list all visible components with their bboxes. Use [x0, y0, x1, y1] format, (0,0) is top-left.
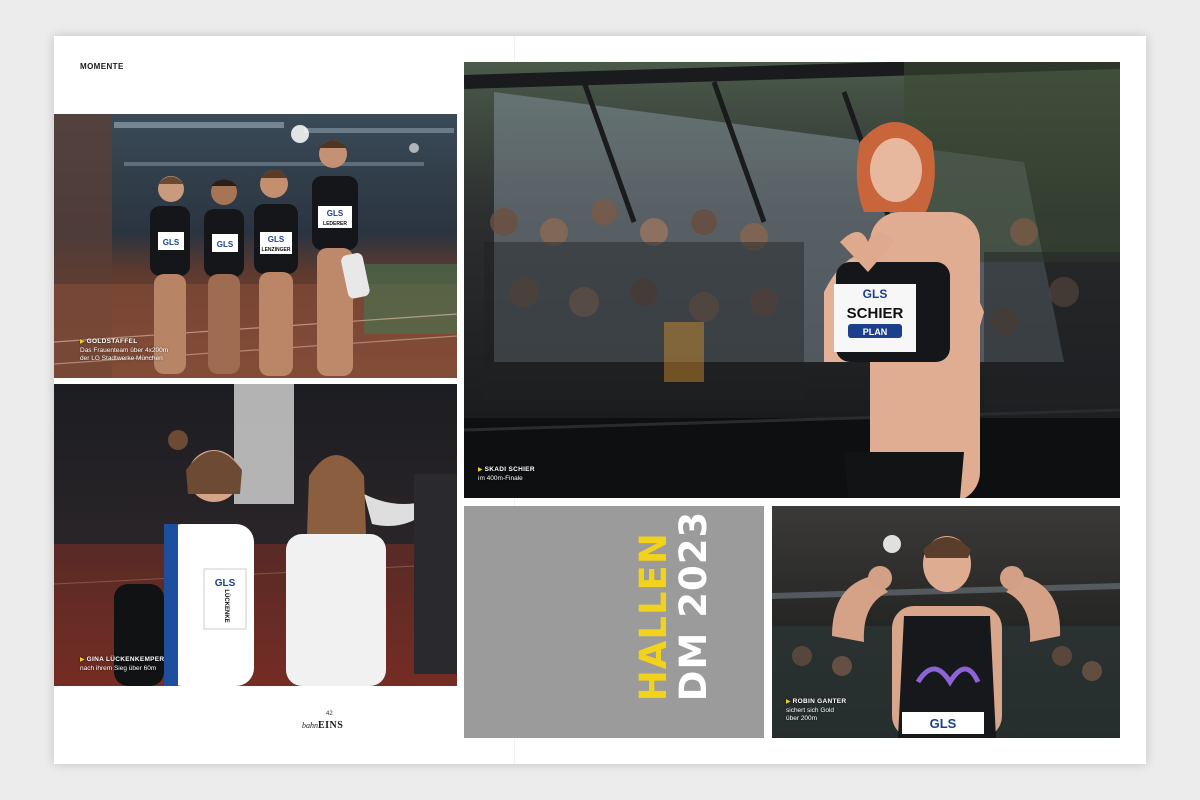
brand-logo: bahnEINS — [302, 720, 343, 731]
relay-bib-name-3: LENZINGER — [262, 247, 291, 253]
gina-bib-name: LÜCKENKE — [223, 589, 230, 622]
play-triangle-icon: ▶ — [786, 699, 791, 705]
gina-bib-sponsor: GLS — [215, 578, 236, 589]
photo-gina-image: GLS LÜCKENKE — [54, 384, 457, 686]
caption-gina-name: GINA LÜCKENKEMPER — [86, 656, 165, 663]
title-line-dm-2023: DM 2023 — [672, 510, 715, 702]
page-number: 42 — [326, 711, 333, 717]
relay-bib-3: GLS — [268, 235, 285, 244]
play-triangle-icon: ▶ — [80, 339, 85, 345]
caption-gina-line1: nach ihrem Sieg über 60m — [80, 664, 157, 672]
robin-bib-sponsor: GLS — [930, 716, 957, 731]
title-panel: HALLEN DM 2023 — [464, 506, 764, 738]
relay-bib-1: GLS — [163, 238, 180, 247]
caption-goldstaffel-line1: Das Frauenteam über 4x200m — [80, 346, 169, 354]
skadi-bib-plan: PLAN — [863, 327, 888, 337]
caption-robin: ▶ ROBIN GANTER sichert sich Gold über 200… — [786, 698, 846, 724]
brand-logo-part1: bahn — [302, 721, 318, 730]
caption-robin-name: ROBIN GANTER — [792, 698, 847, 705]
skadi-bib-name: SCHIER — [847, 305, 904, 322]
hallen-dm-title: HALLEN DM 2023 — [632, 510, 715, 702]
caption-goldstaffel-line2: der LG Stadtwerke München — [80, 355, 163, 362]
relay-bib-name-4: LEDERER — [323, 221, 347, 227]
caption-skadi: ▶ SKADI SCHIER im 400m-Finale — [478, 466, 535, 483]
skadi-bib-sponsor: GLS — [863, 287, 888, 301]
play-triangle-icon: ▶ — [80, 657, 85, 663]
title-line-hallen: HALLEN — [632, 532, 675, 702]
magazine-spread: MOMENTE GLS GLS GLS LENZINGER GLS LEDERE… — [54, 36, 1146, 764]
caption-goldstaffel: ▶ GOLDSTAFFEL Das Frauenteam über 4x200m … — [80, 338, 168, 364]
caption-skadi-line1: im 400m-Finale — [478, 474, 523, 482]
photo-skadi-image: GLS SCHIER PLAN — [464, 62, 1120, 498]
relay-bib-2: GLS — [217, 240, 234, 249]
photo-goldstaffel: GLS GLS GLS LENZINGER GLS LEDERER ▶ GOLD… — [54, 114, 457, 378]
caption-goldstaffel-name: GOLDSTAFFEL — [86, 338, 138, 345]
play-triangle-icon: ▶ — [478, 467, 483, 473]
caption-gina: ▶ GINA LÜCKENKEMPER nach ihrem Sieg über … — [80, 656, 164, 673]
relay-bib-4: GLS — [327, 209, 344, 218]
photo-robin-ganter: GLS ▶ ROBIN GANTER sichert sich Gold über… — [772, 506, 1120, 738]
photo-skadi-schier: GLS SCHIER PLAN ▶ SKADI SCHIER im 400m-Fi… — [464, 62, 1120, 498]
brand-logo-part2: EINS — [318, 720, 344, 731]
section-label: MOMENTE — [80, 62, 124, 71]
photo-gina-lueckenkemper: GLS LÜCKENKE ▶ GINA LÜCKENKEMPER nach ihr… — [54, 384, 457, 686]
caption-skadi-name: SKADI SCHIER — [484, 466, 535, 473]
caption-robin-line1: sichert sich Gold — [786, 706, 835, 714]
caption-robin-line2: über 200m — [786, 715, 818, 722]
